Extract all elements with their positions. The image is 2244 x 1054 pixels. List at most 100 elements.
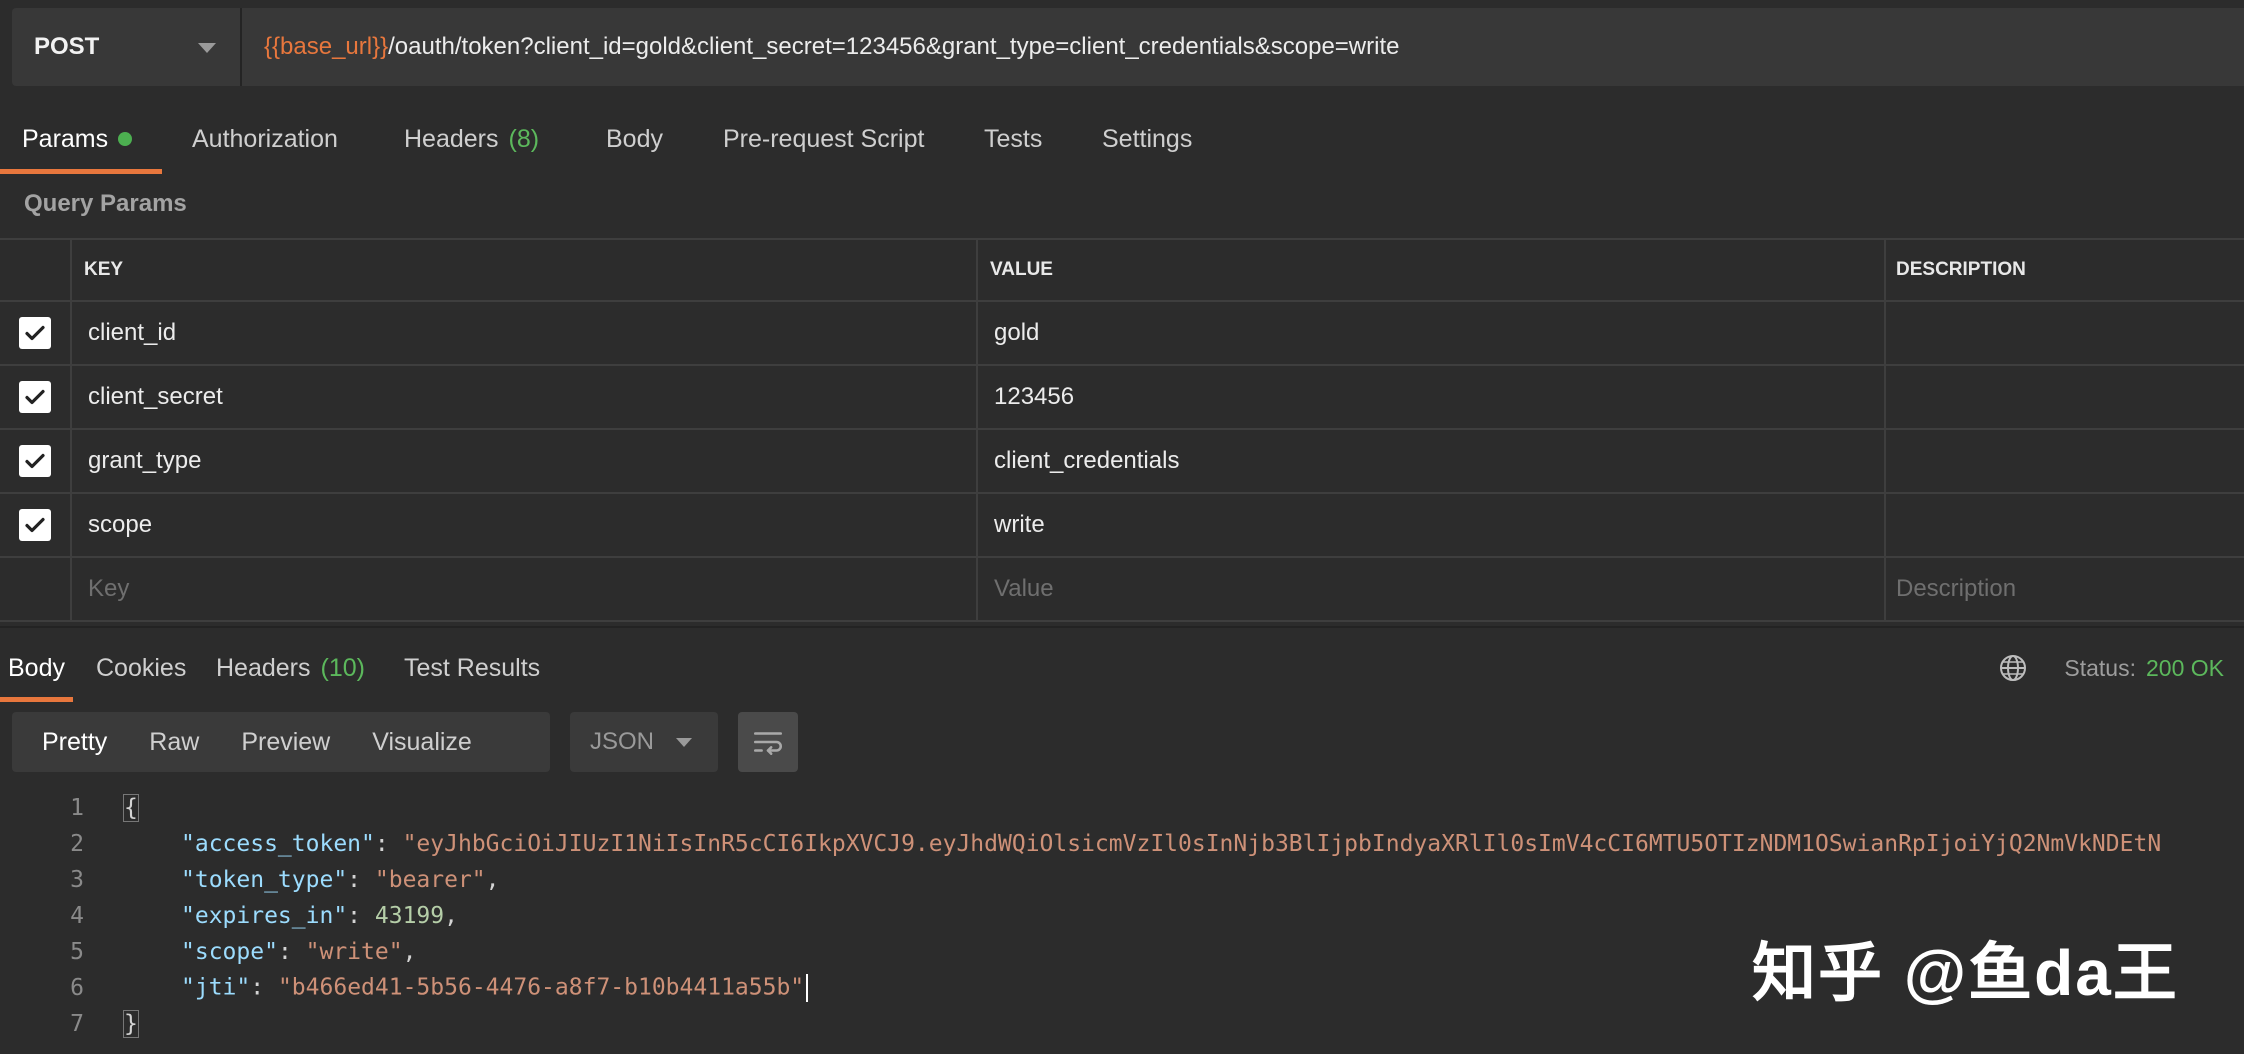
globe-icon[interactable] — [1998, 653, 2028, 683]
url-bar: POST {{base_url}}/oauth/token?client_id=… — [12, 8, 2244, 86]
url-variable: {{base_url}} — [264, 33, 389, 60]
tab-response-headers-count: (10) — [320, 653, 365, 682]
param-value-cell[interactable]: write — [978, 494, 1886, 556]
param-key-cell[interactable]: client_secret — [72, 366, 978, 428]
json-key: "access_token" — [181, 831, 375, 857]
table-row: grant_type client_credentials — [0, 430, 2244, 494]
tab-cookies-label: Cookies — [96, 653, 187, 682]
active-dot-icon — [118, 132, 133, 146]
row-checkbox[interactable] — [19, 509, 51, 541]
param-value-cell[interactable]: gold — [978, 302, 1886, 364]
response-status: Status: 200 OK — [1998, 642, 2224, 694]
param-description-cell[interactable] — [1886, 494, 2244, 556]
param-key-cell[interactable]: grant_type — [72, 430, 978, 492]
tab-headers-label: Headers — [404, 124, 499, 153]
row-checkbox[interactable] — [19, 317, 51, 349]
url-path: /oauth/token?client_id=gold&client_secre… — [388, 33, 1400, 60]
new-value-input[interactable]: Value — [978, 558, 1886, 620]
tab-cookies[interactable]: Cookies — [96, 642, 186, 694]
method-label: POST — [34, 33, 100, 60]
tab-authorization[interactable]: Authorization — [192, 108, 338, 170]
param-key-cell[interactable]: client_id — [72, 302, 978, 364]
tab-headers-count: (8) — [508, 124, 540, 153]
request-tabs: Params Authorization Headers (8) Body Pr… — [0, 108, 2244, 174]
tab-response-headers[interactable]: Headers (10) — [216, 642, 365, 694]
param-value-cell[interactable]: client_credentials — [978, 430, 1886, 492]
response-tabs: Body Cookies Headers (10) Test Results S… — [0, 626, 2244, 702]
tab-test-results[interactable]: Test Results — [404, 642, 540, 694]
checkbox-cell — [0, 302, 72, 364]
view-raw-button[interactable]: Raw — [128, 712, 220, 772]
query-params-title: Query Params — [24, 190, 187, 217]
line-number: 6 — [70, 975, 84, 1001]
row-checkbox[interactable] — [19, 445, 51, 477]
tab-authorization-label: Authorization — [192, 124, 338, 153]
param-key-cell[interactable]: scope — [72, 494, 978, 556]
column-header-description: DESCRIPTION — [1896, 259, 2026, 280]
checkmark-icon — [25, 453, 45, 469]
text-cursor — [806, 974, 809, 1002]
table-row-new: Key Value Description — [0, 558, 2244, 622]
code-line: 3 "token_type": "bearer", — [0, 862, 2244, 898]
active-tab-underline — [0, 697, 73, 702]
format-select[interactable]: JSON — [570, 712, 718, 772]
url-input[interactable]: {{base_url}}/oauth/token?client_id=gold&… — [242, 33, 1399, 61]
line-number: 2 — [70, 831, 84, 857]
tab-settings[interactable]: Settings — [1102, 108, 1192, 170]
checkbox-cell — [0, 366, 72, 428]
checkbox-cell — [0, 494, 72, 556]
json-key: "token_type" — [181, 867, 348, 893]
header-checkbox-cell — [0, 240, 72, 300]
line-number: 7 — [70, 1011, 84, 1037]
tab-response-body[interactable]: Body — [0, 642, 73, 702]
chevron-down-icon — [198, 43, 216, 53]
method-select[interactable]: POST — [12, 8, 242, 86]
line-number: 3 — [70, 867, 84, 893]
checkbox-cell — [0, 558, 72, 620]
checkmark-icon — [25, 517, 45, 533]
status-label: Status: — [2064, 654, 2136, 681]
tab-body[interactable]: Body — [606, 108, 663, 170]
json-string: "write" — [305, 939, 403, 965]
param-description-cell[interactable] — [1886, 430, 2244, 492]
param-value-cell[interactable]: 123456 — [978, 366, 1886, 428]
checkbox-cell — [0, 430, 72, 492]
checkmark-icon — [25, 389, 45, 405]
view-pretty-button[interactable]: Pretty — [12, 712, 128, 772]
format-select-value: JSON — [590, 728, 655, 755]
new-key-input[interactable]: Key — [72, 558, 978, 620]
param-description-cell[interactable] — [1886, 366, 2244, 428]
tab-tests-label: Tests — [984, 124, 1043, 153]
tab-body-label: Body — [606, 124, 663, 153]
tab-response-headers-label: Headers — [216, 653, 311, 682]
line-number: 4 — [70, 903, 84, 929]
json-string: "eyJhbGciOiJIUzI1NiIsInR5cCI6IkpXVCJ9.ey… — [402, 831, 2162, 857]
wrap-lines-button[interactable] — [738, 712, 798, 772]
code-line: 1 { — [0, 790, 2244, 826]
table-row: client_secret 123456 — [0, 366, 2244, 430]
close-brace: } — [123, 1010, 139, 1038]
row-checkbox[interactable] — [19, 381, 51, 413]
view-preview-button[interactable]: Preview — [220, 712, 351, 772]
column-header-key: KEY — [72, 240, 978, 300]
tab-settings-label: Settings — [1102, 124, 1193, 153]
json-key: "expires_in" — [181, 903, 348, 929]
line-number: 1 — [70, 795, 84, 821]
json-string: "b466ed41-5b56-4476-a8f7-b10b4411a55b" — [277, 974, 805, 1001]
tab-tests[interactable]: Tests — [984, 108, 1042, 170]
tab-response-body-label: Body — [8, 653, 65, 682]
column-header-value: VALUE — [978, 240, 1886, 300]
table-header-row: KEY VALUE DESCRIPTION — [0, 240, 2244, 302]
param-description-cell[interactable] — [1886, 302, 2244, 364]
json-key: "jti" — [181, 974, 251, 1001]
json-key: "scope" — [181, 939, 278, 965]
tab-prerequest-script[interactable]: Pre-request Script — [723, 108, 924, 170]
tab-params-label: Params — [22, 124, 109, 153]
tab-headers[interactable]: Headers (8) — [404, 108, 539, 170]
new-description-input[interactable]: Description — [1886, 558, 2244, 620]
view-visualize-button[interactable]: Visualize — [351, 712, 493, 772]
checkmark-icon — [25, 325, 45, 341]
tab-params[interactable]: Params — [0, 108, 163, 174]
view-mode-group: Pretty Raw Preview Visualize — [12, 712, 550, 772]
tab-prerequest-label: Pre-request Script — [723, 124, 925, 153]
